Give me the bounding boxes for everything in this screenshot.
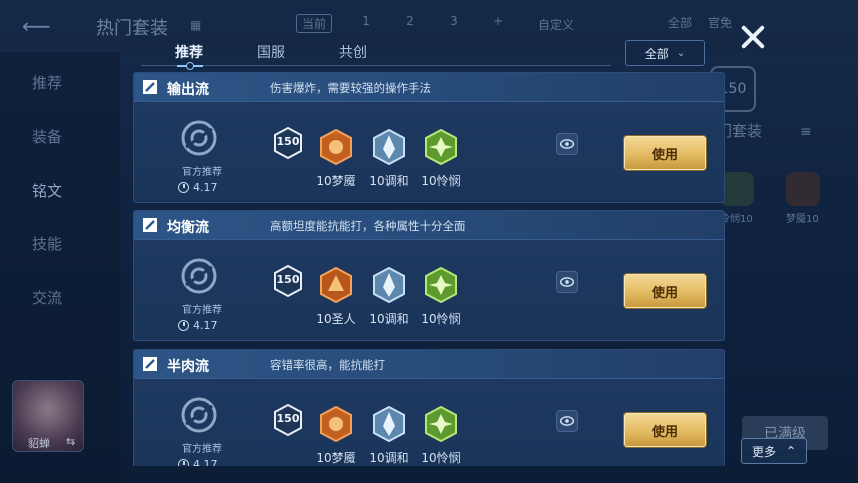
background-tab-3[interactable]: 3	[444, 14, 464, 33]
background-tab-1[interactable]: 1	[356, 14, 376, 33]
rune-label: 10梦魇	[316, 451, 356, 465]
eye-icon[interactable]	[556, 271, 578, 293]
chevron-up-icon: ⌃	[785, 444, 797, 458]
tab-recommend[interactable]: 推荐	[175, 42, 203, 62]
rune-label: 10怜悯	[421, 312, 461, 326]
background-rune-orange	[786, 172, 820, 206]
date-text: 4.17	[193, 458, 218, 466]
rune-label: 10调和	[369, 174, 409, 188]
sidebar-item-equipment[interactable]: 装备	[32, 126, 62, 147]
update-date: 4.17	[178, 458, 218, 466]
hero-name: 貂蝉	[28, 437, 50, 450]
edit-icon[interactable]	[142, 356, 158, 372]
card-title: 均衡流	[167, 220, 209, 236]
sidebar-item-runes[interactable]: 铭文	[32, 180, 62, 201]
rune-set-card: 输出流 伤害爆炸，需要较强的操作手法 官方推荐 4.17 150 10梦魇 10…	[133, 72, 725, 203]
tab-co-create[interactable]: 共创	[339, 42, 367, 62]
card-description: 伤害爆炸，需要较强的操作手法	[270, 81, 431, 95]
rune-icon-blue	[373, 406, 405, 442]
background-custom-label[interactable]: 自定义	[538, 16, 574, 33]
date-text: 4.17	[193, 319, 218, 332]
eye-icon[interactable]	[556, 133, 578, 155]
rune-label: 10调和	[369, 451, 409, 465]
official-recommend-label: 官方推荐	[182, 305, 222, 316]
chevron-down-icon: ⌄	[676, 47, 686, 59]
back-icon[interactable]: ⟵	[22, 14, 70, 38]
update-date: 4.17	[178, 181, 218, 194]
card-header: 输出流 伤害爆炸，需要较强的操作手法	[134, 73, 724, 102]
list-icon: ≡	[800, 124, 812, 140]
rune-icon-red	[320, 129, 352, 165]
rune-label: 10怜悯	[421, 451, 461, 465]
rune-icon-blue	[373, 129, 405, 165]
clock-icon	[178, 320, 189, 331]
background-tab-add[interactable]: +	[488, 14, 508, 33]
card-header: 半肉流 容错率很高，能抗能打	[134, 350, 724, 379]
official-recommend-label: 官方推荐	[182, 444, 222, 455]
background-rune-label-2: 梦魇10	[786, 214, 819, 225]
card-title: 输出流	[167, 82, 209, 98]
card-description: 高额坦度能抗能打，各种属性十分全面	[270, 219, 466, 233]
edit-icon[interactable]	[142, 217, 158, 233]
rune-label: 10梦魇	[316, 174, 356, 188]
rune-icon-green	[425, 129, 457, 165]
rune-label: 10调和	[369, 312, 409, 326]
use-button[interactable]: 使用	[624, 413, 706, 447]
background-tab-2[interactable]: 2	[400, 14, 420, 33]
grid-icon: ▦	[190, 18, 202, 32]
rune-icon-green	[425, 267, 457, 303]
level-number: 150	[276, 412, 300, 425]
rune-icon-red	[320, 267, 352, 303]
filter-label: 全部	[644, 46, 669, 61]
level-number: 150	[276, 273, 300, 286]
rune-label: 10圣人	[316, 312, 356, 326]
swap-icon[interactable]: ⇆	[66, 435, 75, 448]
sidebar-item-recommend[interactable]: 推荐	[32, 72, 62, 93]
filter-dropdown[interactable]: 全部 ⌄	[625, 40, 705, 66]
modal-tabs: 推荐 国服 共创	[141, 38, 611, 70]
official-recommend-icon	[181, 258, 217, 294]
tab-national-server[interactable]: 国服	[257, 42, 285, 62]
clock-icon	[178, 182, 189, 193]
card-description: 容错率很高，能抗能打	[270, 358, 385, 372]
rune-set-card: 均衡流 高额坦度能抗能打，各种属性十分全面 官方推荐 4.17 150 10圣人…	[133, 210, 725, 341]
official-recommend-label: 官方推荐	[182, 167, 222, 178]
background-top-right-all: 全部	[668, 16, 693, 30]
rune-set-card: 半肉流 容错率很高，能抗能打 官方推荐 4.17 150 10梦魇 10调和 1…	[133, 349, 725, 466]
use-button[interactable]: 使用	[624, 136, 706, 170]
official-recommend-icon	[181, 397, 217, 433]
more-button[interactable]: 更多 ⌃	[741, 438, 807, 464]
background-rune-green	[720, 172, 754, 206]
update-date: 4.17	[178, 319, 218, 332]
edit-icon[interactable]	[142, 79, 158, 95]
rune-icon-blue	[373, 267, 405, 303]
rune-icon-red	[320, 406, 352, 442]
official-recommend-icon	[181, 120, 217, 156]
background-top-right-free: 官免	[708, 16, 733, 30]
close-icon[interactable]	[736, 20, 770, 54]
rune-set-modal: 推荐 国服 共创 全部 ⌄ 输出流 伤害爆炸，需要较强的操作手法 官方推荐 4.…	[133, 34, 725, 466]
background-tabs: 当前 1 2 3 +	[296, 14, 508, 33]
rune-label: 10怜悯	[421, 174, 461, 188]
more-label: 更多	[751, 444, 776, 459]
tab-indicator-dot	[186, 62, 194, 70]
background-top-right: 全部 官免	[668, 14, 732, 31]
clock-icon	[178, 459, 189, 466]
card-title: 半肉流	[167, 359, 209, 375]
card-header: 均衡流 高额坦度能抗能打，各种属性十分全面	[134, 211, 724, 240]
level-number: 150	[276, 135, 300, 148]
use-button[interactable]: 使用	[624, 274, 706, 308]
background-tab-current[interactable]: 当前	[296, 14, 332, 33]
sidebar-item-community[interactable]: 交流	[32, 287, 62, 308]
sidebar-item-skills[interactable]: 技能	[32, 233, 62, 254]
eye-icon[interactable]	[556, 410, 578, 432]
date-text: 4.17	[193, 181, 218, 194]
rune-icon-green	[425, 406, 457, 442]
